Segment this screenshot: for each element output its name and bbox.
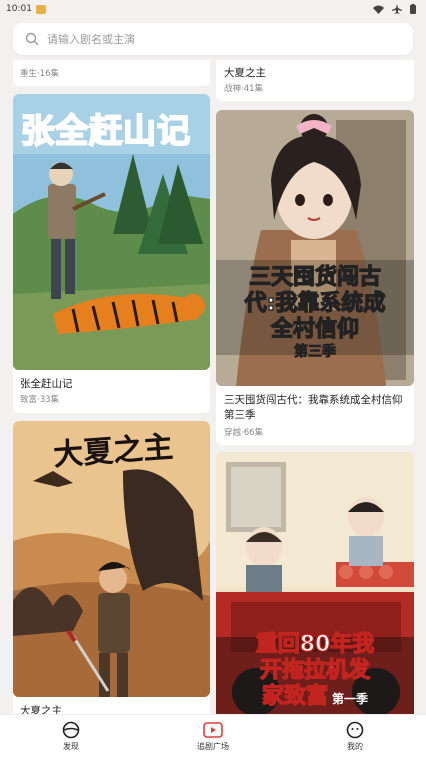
nav-drama-square[interactable]: 追剧广场 bbox=[168, 721, 258, 752]
battery-icon bbox=[410, 4, 416, 14]
drama-card[interactable]: 大夏之主 大夏之主 bbox=[13, 421, 210, 721]
nav-label: 追剧广场 bbox=[197, 741, 229, 751]
drama-square-icon bbox=[203, 721, 223, 738]
card-title: 张全赶山记 bbox=[20, 378, 73, 390]
status-right bbox=[373, 4, 416, 14]
drama-card[interactable]: 重回80年我 开拖拉机发 家致富 第一季 bbox=[216, 452, 414, 722]
poster-title-line: 家致富 bbox=[261, 683, 328, 709]
search-icon bbox=[25, 32, 39, 46]
drama-card[interactable]: 三天囤货闯古 代:我靠系统成 全村信仰 第三季 三天囤货闯古代：我靠系统成全村信… bbox=[216, 110, 414, 445]
poster-title-last-row: 家致富 第一季 bbox=[216, 683, 414, 710]
poster-title-block: 重回80年我 开拖拉机发 家致富 第一季 bbox=[216, 631, 414, 710]
drama-card[interactable]: 张全赶山记 张全赶山记 致富·33集 bbox=[13, 94, 210, 413]
poster-title-line: 开拖拉机发 bbox=[259, 657, 370, 683]
poster-image: 大夏之主 bbox=[13, 421, 210, 697]
poster-image: 三天囤货闯古 代:我靠系统成 全村信仰 第三季 bbox=[216, 110, 414, 386]
poster-image: 张全赶山记 bbox=[13, 94, 210, 370]
status-time: 10:01 bbox=[6, 4, 32, 14]
card-title: 大夏之主 bbox=[224, 67, 266, 79]
nav-label: 发现 bbox=[63, 741, 79, 751]
profile-icon bbox=[346, 721, 364, 738]
card-meta: 重生·16集 bbox=[20, 69, 60, 79]
poster-image: 重回80年我 开拖拉机发 家致富 第一季 bbox=[216, 452, 414, 722]
airplane-icon bbox=[392, 4, 402, 14]
nav-label: 我的 bbox=[347, 741, 363, 751]
search-bar[interactable]: 请输入剧名或主演 bbox=[13, 23, 413, 55]
nav-profile[interactable]: 我的 bbox=[310, 721, 400, 752]
search-input[interactable]: 请输入剧名或主演 bbox=[47, 31, 135, 47]
poster-title-line: 重回80年我 bbox=[255, 631, 375, 657]
poster-title-line: 代:我靠系统成 bbox=[244, 290, 386, 316]
poster-title-block: 三天囤货闯古 代:我靠系统成 全村信仰 第三季 bbox=[216, 264, 414, 361]
status-bar: 10:01 bbox=[0, 0, 426, 18]
poster-title-line: 全村信仰 bbox=[270, 316, 359, 342]
card-partial-top-right[interactable]: 大夏之主 战神·41集 bbox=[216, 60, 414, 101]
poster-title: 大夏之主 bbox=[52, 429, 175, 474]
card-title: 三天囤货闯古代：我靠系统成全村信仰第三季 bbox=[224, 394, 403, 421]
wifi-icon bbox=[373, 5, 384, 14]
card-meta: 致富·33集 bbox=[20, 395, 60, 405]
poster-title-line: 三天囤货闯古 bbox=[248, 264, 381, 290]
notification-app-icon bbox=[35, 4, 46, 14]
card-meta: 穿越·66集 bbox=[224, 428, 264, 438]
bottom-nav: 发现 追剧广场 我的 bbox=[0, 714, 426, 757]
status-left: 10:01 bbox=[6, 4, 46, 14]
nav-discover[interactable]: 发现 bbox=[26, 721, 116, 752]
card-partial-top-left[interactable]: 重生·16集 bbox=[13, 60, 210, 86]
card-meta: 战神·41集 bbox=[224, 84, 264, 94]
poster-season: 第一季 bbox=[332, 692, 369, 706]
poster-season: 第三季 bbox=[294, 344, 337, 361]
discover-icon bbox=[62, 721, 80, 738]
poster-title: 张全赶山记 bbox=[20, 110, 191, 151]
